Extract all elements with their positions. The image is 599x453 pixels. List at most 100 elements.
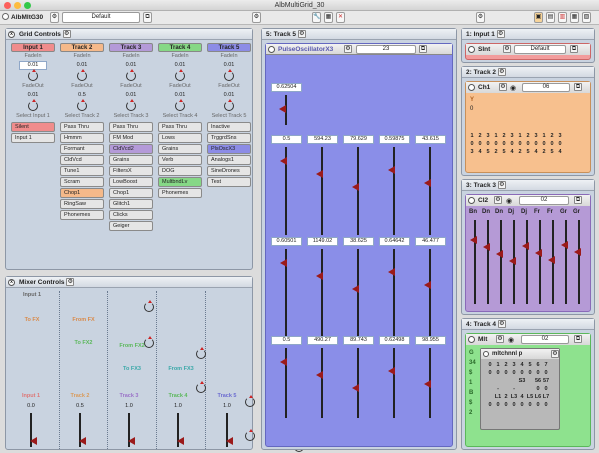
track5-param-value[interactable]: 0.5 (271, 336, 302, 345)
track2-grid-cell[interactable]: 1 (492, 132, 500, 140)
fadeout-knob[interactable] (126, 99, 136, 111)
track5-fader-knob[interactable] (388, 166, 395, 174)
track4-grid-cell[interactable]: 0 (502, 369, 510, 377)
track2-grid-cell[interactable]: 5 (548, 148, 556, 156)
track4-grid-cell[interactable] (502, 377, 510, 385)
delete-icon[interactable]: ✕ (336, 12, 345, 23)
grid-select-button[interactable]: Chop1 (109, 188, 153, 198)
gear-icon[interactable]: ⚙ (499, 83, 507, 91)
eye-icon[interactable]: ◉ (508, 335, 514, 346)
input-gain-knob[interactable] (144, 300, 154, 312)
track5-param-value[interactable]: 1149.02 (307, 237, 338, 246)
track4-grid-cell[interactable]: - (510, 385, 518, 393)
track2-grid-cell[interactable]: 0 (548, 140, 556, 148)
copy-icon[interactable]: ⧉ (574, 83, 582, 91)
close-icon[interactable]: x (8, 31, 15, 38)
track5-fader-knob[interactable] (352, 183, 359, 191)
track5-fader[interactable] (393, 147, 395, 235)
track2-grid-cell[interactable]: 5 (500, 148, 508, 156)
to-fx2-knob[interactable] (196, 381, 206, 393)
preset-select[interactable]: Default (62, 12, 140, 23)
minimize-window-button[interactable] (14, 2, 21, 9)
track4-grid-cell[interactable]: 0 (534, 385, 542, 393)
track3-fader-knob[interactable] (483, 243, 490, 251)
track2-grid-cell[interactable]: 0 (484, 140, 492, 148)
mixer-fader-knob[interactable] (30, 437, 37, 445)
track4-grid-cell[interactable]: 0 (534, 369, 542, 377)
track5-fader-knob[interactable] (316, 272, 323, 280)
track5-param-value[interactable]: 490.27 (307, 336, 338, 345)
track2-grid-cell[interactable]: 1 (516, 132, 524, 140)
gear-icon[interactable]: ⚙ (50, 12, 59, 23)
grid-select-button[interactable]: CldVcd (60, 155, 104, 165)
track4-grid-cell[interactable]: 0 (494, 369, 502, 377)
track5-fader-knob[interactable] (352, 285, 359, 293)
track5-fader-knob[interactable] (279, 105, 286, 113)
track4-grid-cell[interactable]: 57 (542, 377, 550, 385)
track3-fader-knob[interactable] (496, 250, 503, 258)
track5-fader[interactable] (357, 249, 359, 337)
power-icon[interactable] (483, 351, 489, 357)
track4-grid-cell[interactable]: 0 (494, 401, 502, 409)
fadeout-knob[interactable] (77, 99, 87, 111)
copy-icon[interactable]: ⧉ (570, 45, 578, 53)
grid-select-button[interactable]: Geiger (109, 221, 153, 231)
copy-icon[interactable]: ⧉ (574, 335, 582, 343)
track4-grid-cell[interactable]: - (494, 385, 502, 393)
track3-fader[interactable] (578, 220, 580, 304)
track4-grid-cell[interactable]: 2 (502, 393, 510, 401)
track3-fader[interactable] (565, 220, 567, 304)
track3-fader-knob[interactable] (535, 249, 542, 257)
track3-fader-knob[interactable] (574, 248, 581, 256)
grid-select-button[interactable]: Glitch1 (109, 199, 153, 209)
gear-icon[interactable]: ⚙ (497, 68, 506, 77)
track5-fader-knob[interactable] (424, 281, 431, 289)
grid-select-button[interactable]: Pass Thru (60, 122, 104, 132)
track2-grid-cell[interactable]: 0 (468, 140, 476, 148)
track5-fader-knob[interactable] (280, 259, 287, 267)
track4-grid-cell[interactable]: 0 (486, 401, 494, 409)
view-icon-5[interactable]: ▧ (582, 12, 591, 23)
track4-grid-cell[interactable]: 0 (526, 369, 534, 377)
grid-select-button[interactable]: Verb (158, 155, 202, 165)
fadeout-knob[interactable] (175, 99, 185, 111)
track3-fader-knob[interactable] (522, 242, 529, 250)
grid-select-button[interactable]: TrggrdSns (207, 133, 251, 143)
track3-fader-knob[interactable] (509, 257, 516, 265)
grid-select-button[interactable]: FiltersX (109, 166, 153, 176)
track4-grid-cell[interactable] (494, 377, 502, 385)
track2-grid-cell[interactable]: 5 (484, 148, 492, 156)
mixer-fader-knob[interactable] (79, 437, 86, 445)
grid-select-button[interactable]: MultbndLv (158, 177, 202, 187)
mixer-fader-knob[interactable] (177, 437, 184, 445)
track2-grid-cell[interactable]: 4 (508, 148, 516, 156)
power-icon[interactable] (468, 84, 475, 91)
input1-preset[interactable]: Default (514, 45, 566, 54)
grid-select-button[interactable]: SineDrones (207, 166, 251, 176)
track2-grid-cell[interactable]: 0 (500, 140, 508, 148)
track5-fader-knob[interactable] (388, 268, 395, 276)
track5-preset[interactable]: 23 (356, 45, 416, 54)
track2-grid-cell[interactable]: 2 (476, 132, 484, 140)
settings-icon[interactable]: ⚙ (476, 12, 485, 23)
track5-fader[interactable] (429, 147, 431, 235)
track4-grid-cell[interactable]: L7 (542, 393, 550, 401)
track4-grid-cell[interactable]: 2 (502, 361, 510, 369)
track3-fader-knob[interactable] (470, 236, 477, 244)
track2-grid-cell[interactable]: 0 (508, 140, 516, 148)
gear-icon[interactable]: ⚙ (496, 30, 505, 39)
track5-preset-select[interactable]: 23 (356, 45, 416, 54)
grid-select-button[interactable]: Phonemes (60, 210, 104, 220)
track2-grid-cell[interactable]: 1 (468, 132, 476, 140)
grid-select-button[interactable]: Pass Thru (109, 122, 153, 132)
track4-grid-cell[interactable]: 7 (542, 361, 550, 369)
track2-grid-cell[interactable]: 4 (476, 148, 484, 156)
grid-select-button[interactable]: LowBoost (109, 177, 153, 187)
track4-grid-cell[interactable]: 56 (534, 377, 542, 385)
track2-grid-cell[interactable]: 0 (492, 140, 500, 148)
track5-fader-knob[interactable] (352, 384, 359, 392)
track5-param-value[interactable]: 89.743 (343, 336, 374, 345)
track2-grid-cell[interactable]: 0 (540, 140, 548, 148)
track2-grid[interactable]: 123123123123000000000000345254254254 (468, 132, 564, 156)
close-patch-icon[interactable] (2, 13, 9, 20)
